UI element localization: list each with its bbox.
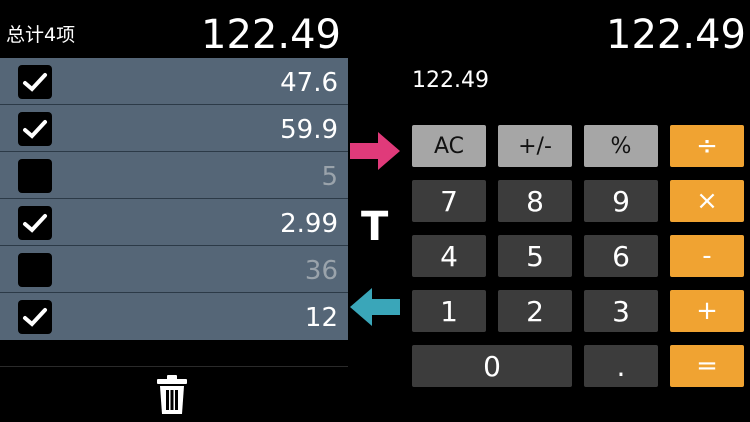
checkbox[interactable] [18, 253, 52, 287]
calculator-display: 122.49 [606, 12, 746, 58]
multiply-button[interactable]: × [670, 180, 744, 222]
digit-8-button[interactable]: 8 [498, 180, 572, 222]
checkmark-icon [23, 214, 47, 233]
decimal-button[interactable]: . [584, 345, 658, 387]
list-item[interactable]: 2.99 [0, 199, 348, 246]
list-item-value: 5 [321, 162, 338, 192]
list-item-value: 59.9 [280, 115, 338, 145]
list-item-value: 47.6 [280, 68, 338, 98]
checkmark-icon [23, 120, 47, 139]
list-item-value: 12 [304, 303, 338, 333]
checkbox[interactable] [18, 112, 52, 146]
percent-button[interactable]: % [584, 125, 658, 167]
ac-button[interactable]: AC [412, 125, 486, 167]
digit-1-button[interactable]: 1 [412, 290, 486, 332]
checkbox[interactable] [18, 300, 52, 334]
list-item[interactable]: 5 [0, 152, 348, 199]
checkmark-icon [23, 73, 47, 92]
list-item[interactable]: 36 [0, 246, 348, 293]
digit-6-button[interactable]: 6 [584, 235, 658, 277]
tally-panel: 总计4项 122.49 47.6 59.9 5 2.99 36 12 [0, 0, 348, 422]
digit-2-button[interactable]: 2 [498, 290, 572, 332]
list-header: 总计4项 122.49 [0, 0, 348, 58]
digit-5-button[interactable]: 5 [498, 235, 572, 277]
list-item[interactable]: 59.9 [0, 105, 348, 152]
trash-icon[interactable] [155, 375, 189, 415]
list-total: 122.49 [201, 12, 341, 58]
item-count-label: 总计4项 [6, 24, 76, 46]
list-item[interactable]: 12 [0, 293, 348, 340]
value-list: 47.6 59.9 5 2.99 36 12 [0, 58, 348, 340]
list-item-value: 36 [304, 256, 338, 286]
digit-4-button[interactable]: 4 [412, 235, 486, 277]
checkbox[interactable] [18, 65, 52, 99]
digit-3-button[interactable]: 3 [584, 290, 658, 332]
sign-button[interactable]: +/- [498, 125, 572, 167]
digit-9-button[interactable]: 9 [584, 180, 658, 222]
calculator: 122.49 122.49 AC +/- % ÷ 7 8 9 × 4 5 6 -… [348, 0, 750, 422]
calculator-expression: 122.49 [412, 68, 489, 93]
list-item[interactable]: 47.6 [0, 58, 348, 105]
checkmark-icon [23, 308, 47, 327]
digit-0-button[interactable]: 0 [412, 345, 572, 387]
divide-button[interactable]: ÷ [670, 125, 744, 167]
digit-7-button[interactable]: 7 [412, 180, 486, 222]
equals-button[interactable]: = [670, 345, 744, 387]
list-item-value: 2.99 [280, 209, 338, 239]
minus-button[interactable]: - [670, 235, 744, 277]
checkbox[interactable] [18, 159, 52, 193]
checkbox[interactable] [18, 206, 52, 240]
plus-button[interactable]: + [670, 290, 744, 332]
list-footer [0, 366, 348, 422]
